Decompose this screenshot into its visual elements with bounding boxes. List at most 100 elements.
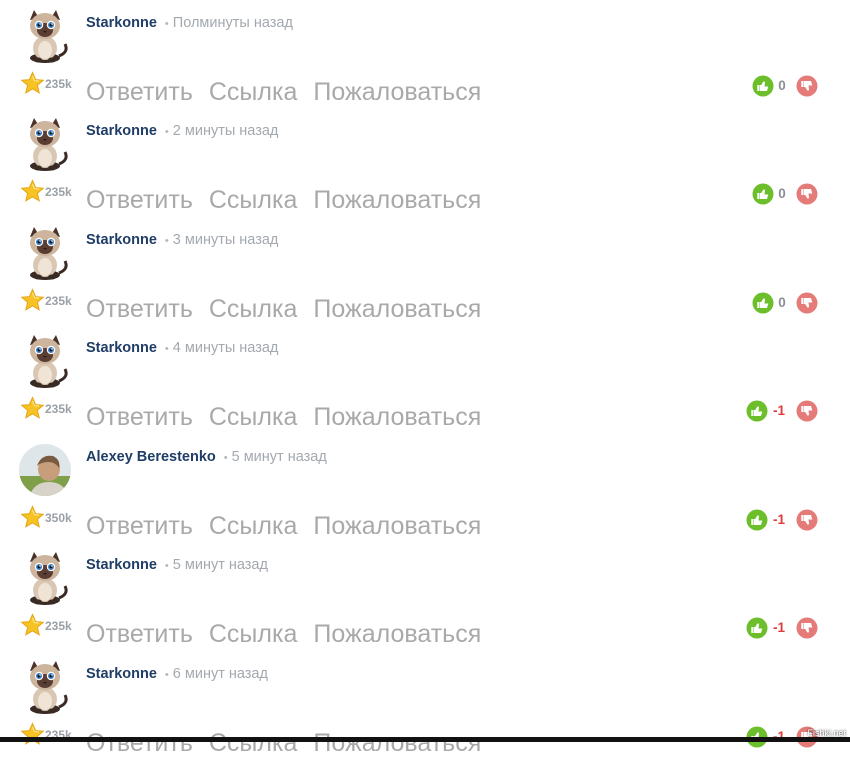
author-name[interactable]: Starkonne [86, 123, 157, 139]
permalink-link[interactable]: Ссылка [209, 78, 298, 106]
comment-actions: Ответить Ссылка Пожаловаться [86, 186, 497, 215]
avatar[interactable] [19, 442, 71, 498]
comment-actions: Ответить Ссылка Пожаловаться [86, 78, 497, 107]
star-icon [20, 396, 45, 421]
thumbs-down-icon[interactable] [796, 292, 818, 314]
author-name[interactable]: Alexey Berestenko [86, 449, 216, 465]
avatar[interactable] [19, 659, 71, 715]
rating-value: 235k [45, 77, 72, 91]
comment: 235k Starkonne • Полминуты назад Ответить С… [0, 8, 850, 116]
permalink-link[interactable]: Ссылка [209, 729, 298, 757]
vote-score: -1 [772, 512, 785, 527]
comment-header: Starkonne • 4 минуты назад [86, 340, 278, 356]
reply-link[interactable]: Ответить [86, 403, 193, 431]
avatar[interactable] [19, 550, 71, 606]
thumbs-down-icon[interactable] [796, 617, 818, 639]
comment: 235k Starkonne • 5 минут назад Ответить Ссы… [0, 550, 850, 658]
comment-time[interactable]: 4 минуты назад [173, 340, 279, 356]
rating-value: 350k [45, 511, 72, 525]
avatar[interactable] [19, 116, 71, 172]
thumbs-down-icon[interactable] [796, 509, 818, 531]
author-name[interactable]: Starkonne [86, 232, 157, 248]
permalink-link[interactable]: Ссылка [209, 295, 298, 323]
report-link[interactable]: Пожаловаться [313, 78, 481, 106]
rating-value: 235k [45, 402, 72, 416]
author-name[interactable]: Starkonne [86, 557, 157, 573]
permalink-link[interactable]: Ссылка [209, 512, 298, 540]
rating-value: 235k [45, 619, 72, 633]
report-link[interactable]: Пожаловаться [313, 295, 481, 323]
comment-time[interactable]: 3 минуты назад [173, 232, 279, 248]
vote-control: 0 [752, 292, 818, 316]
report-link[interactable]: Пожаловаться [313, 620, 481, 648]
thumbs-down-icon[interactable] [796, 75, 818, 97]
avatar[interactable] [19, 333, 71, 389]
vote-score: 0 [778, 295, 786, 310]
comment-time[interactable]: 5 минут назад [232, 449, 327, 465]
author-name[interactable]: Starkonne [86, 666, 157, 682]
comment-header: Starkonne • 3 минуты назад [86, 232, 278, 248]
separator-dot: • [164, 126, 169, 138]
comment-time[interactable]: Полминуты назад [173, 15, 293, 31]
permalink-link[interactable]: Ссылка [209, 620, 298, 648]
star-icon [20, 179, 45, 204]
vote-control: 0 [752, 183, 818, 207]
report-link[interactable]: Пожаловаться [313, 403, 481, 431]
vote-control: -1 [746, 509, 818, 533]
author-name[interactable]: Starkonne [86, 340, 157, 356]
rating-value: 235k [45, 294, 72, 308]
star-icon [20, 505, 45, 530]
watermark: Fishki.net [807, 728, 846, 738]
vote-score: 0 [778, 186, 786, 201]
vote-score: -1 [772, 403, 785, 418]
vote-score: 0 [778, 78, 786, 93]
thumbs-down-icon[interactable] [796, 183, 818, 205]
comment-time[interactable]: 5 минут назад [173, 557, 268, 573]
thumbs-up-icon[interactable] [752, 183, 774, 205]
thumbs-up-icon[interactable] [752, 292, 774, 314]
reply-link[interactable]: Ответить [86, 186, 193, 214]
avatar[interactable] [19, 225, 71, 281]
separator-dot: • [164, 560, 169, 572]
report-link[interactable]: Пожаловаться [313, 186, 481, 214]
star-icon [20, 613, 45, 638]
vote-control: -1 [746, 617, 818, 641]
vote-control: -1 [746, 400, 818, 424]
comment-time[interactable]: 6 минут назад [173, 666, 268, 682]
reply-link[interactable]: Ответить [86, 729, 193, 757]
star-icon [20, 722, 45, 747]
reply-link[interactable]: Ответить [86, 78, 193, 106]
author-name[interactable]: Starkonne [86, 15, 157, 31]
vote-control: 0 [752, 75, 818, 99]
thumbs-up-icon[interactable] [746, 617, 768, 639]
star-icon [20, 71, 45, 96]
comment-header: Starkonne • 6 минут назад [86, 666, 268, 682]
thumbs-up-icon[interactable] [746, 400, 768, 422]
thumbs-up-icon[interactable] [752, 75, 774, 97]
comment-header: Starkonne • 5 минут назад [86, 557, 268, 573]
comment-time[interactable]: 2 минуты назад [173, 123, 279, 139]
comment: 350k Alexey Berestenko • 5 минут назад Отв… [0, 442, 850, 550]
footer-bar [0, 737, 850, 742]
avatar[interactable] [19, 8, 71, 64]
comment-header: Starkonne • Полминуты назад [86, 15, 293, 31]
comment: 235k Starkonne • 4 минуты назад Ответить Сс… [0, 333, 850, 441]
comments-list: 235k Starkonne • Полминуты назад Ответить С… [0, 0, 850, 757]
permalink-link[interactable]: Ссылка [209, 186, 298, 214]
comment-header: Starkonne • 2 минуты назад [86, 123, 278, 139]
thumbs-down-icon[interactable] [796, 400, 818, 422]
thumbs-up-icon[interactable] [746, 509, 768, 531]
separator-dot: • [164, 18, 169, 30]
comment-actions: Ответить Ссылка Пожаловаться [86, 512, 497, 541]
reply-link[interactable]: Ответить [86, 295, 193, 323]
reply-link[interactable]: Ответить [86, 620, 193, 648]
comment-actions: Ответить Ссылка Пожаловаться [86, 403, 497, 432]
comment-header: Alexey Berestenko • 5 минут назад [86, 449, 327, 465]
permalink-link[interactable]: Ссылка [209, 403, 298, 431]
report-link[interactable]: Пожаловаться [313, 729, 481, 757]
rating-value: 235k [45, 185, 72, 199]
comment: 235k Starkonne • 3 минуты назад Ответить Сс… [0, 225, 850, 333]
reply-link[interactable]: Ответить [86, 512, 193, 540]
vote-score: -1 [772, 620, 785, 635]
report-link[interactable]: Пожаловаться [313, 512, 481, 540]
